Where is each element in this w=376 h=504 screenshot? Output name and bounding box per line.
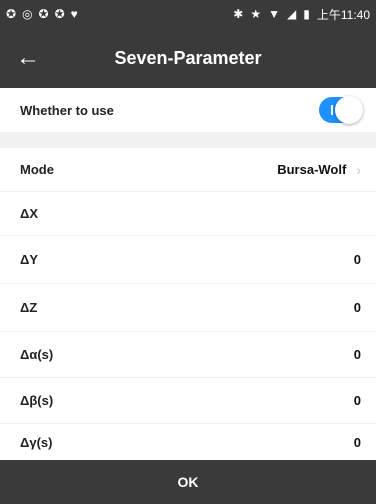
chevron-right-icon: › (356, 161, 361, 178)
section-divider (0, 132, 376, 148)
toggle-knob (335, 96, 363, 124)
param-row-dy[interactable]: ΔY 0 (0, 236, 376, 284)
wifi-icon: ▼ (268, 7, 281, 21)
status-bar-left: ✪ ◎ ✪ ✪ ♥ (6, 8, 78, 20)
param-value: 0 (353, 252, 361, 267)
signal-icon: ◢ (287, 7, 297, 21)
param-label: ΔX (20, 206, 39, 221)
toggle-on-indicator (331, 105, 333, 115)
star-icon: ★ (250, 7, 262, 21)
use-toggle[interactable] (319, 96, 363, 124)
param-value: 0 (353, 393, 361, 408)
param-value: 0 (353, 434, 361, 450)
mode-label: Mode (20, 162, 54, 177)
param-row-dbeta[interactable]: Δβ(s) 0 (0, 378, 376, 424)
param-value: 0 (353, 300, 361, 315)
param-row-dz[interactable]: ΔZ 0 (0, 284, 376, 332)
param-row-dgamma[interactable]: Δγ(s) 0 (0, 424, 376, 460)
status-bar-right: ✱ ★ ▼ ◢ ▮ 上午11:40 (233, 6, 370, 23)
param-label: ΔZ (20, 300, 38, 315)
param-label: ΔY (20, 252, 39, 267)
param-row-dalpha[interactable]: Δα(s) 0 (0, 332, 376, 378)
page-title: Seven-Parameter (114, 47, 262, 68)
app-bar: ← Seven-Parameter (0, 28, 376, 88)
notification-icon: ◎ (22, 7, 33, 21)
arrow-left-icon: ← (16, 44, 40, 71)
bluetooth-icon: ✱ (233, 7, 244, 21)
status-time: 上午11:40 (316, 7, 370, 22)
settings-list: Whether to use Mode Bursa-Wolf › ΔX ΔY 0… (0, 88, 376, 460)
param-label: Δγ(s) (20, 434, 53, 450)
location-pin-icon: ♥ (70, 7, 78, 21)
battery-icon: ▮ (303, 7, 310, 21)
use-label: Whether to use (20, 102, 114, 118)
status-bar: ✪ ◎ ✪ ✪ ♥ ✱ ★ ▼ ◢ ▮ 上午11:40 (0, 0, 376, 28)
param-value: 0 (353, 347, 361, 362)
use-row: Whether to use (0, 88, 376, 132)
mode-row[interactable]: Mode Bursa-Wolf › (0, 148, 376, 192)
ok-button[interactable]: OK (0, 460, 376, 504)
param-label: Δβ(s) (20, 393, 54, 408)
param-row-dx[interactable]: ΔX (0, 192, 376, 236)
param-label: Δα(s) (20, 347, 54, 362)
notification-icon: ✪ (54, 7, 65, 21)
mode-value: Bursa-Wolf (277, 162, 347, 177)
notification-icon: ✪ (6, 7, 17, 21)
notification-icon: ✪ (38, 7, 49, 21)
back-button[interactable]: ← (10, 38, 46, 78)
